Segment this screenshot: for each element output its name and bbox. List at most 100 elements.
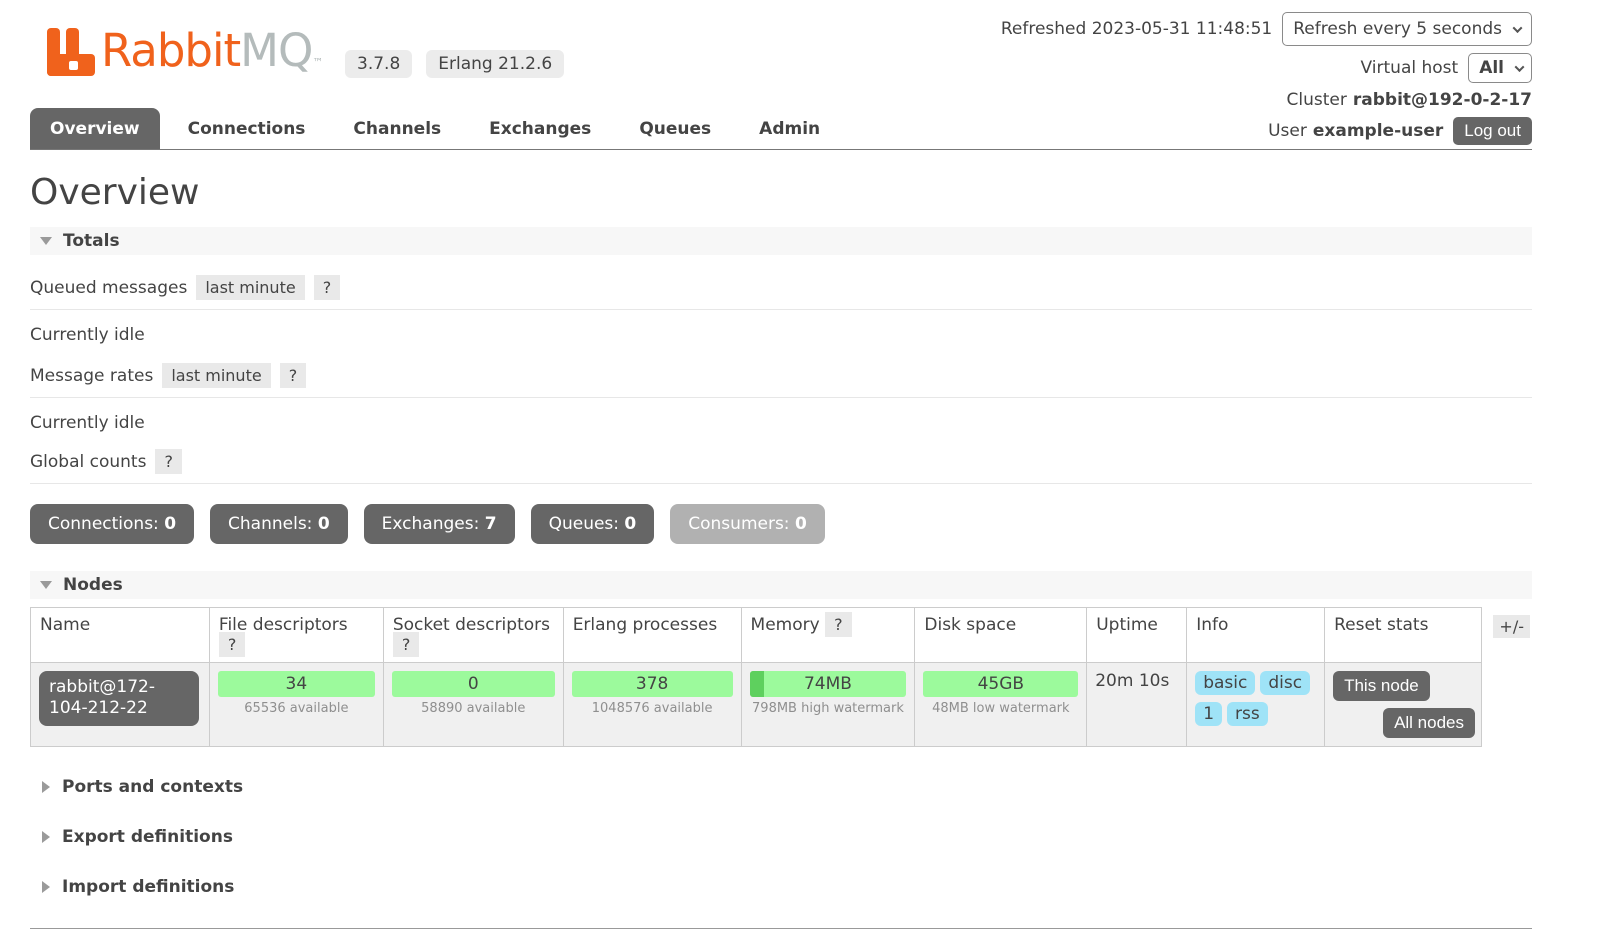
file-descriptors-bar: 34	[218, 671, 375, 697]
reset-all-nodes-button[interactable]: All nodes	[1383, 708, 1475, 738]
rates-window-badge[interactable]: last minute	[162, 363, 270, 388]
col-disk-space: Disk space	[915, 608, 1087, 663]
export-definitions-title: Export definitions	[62, 827, 233, 847]
info-tag-basic: basic	[1195, 671, 1255, 695]
queued-help-icon[interactable]: ?	[314, 275, 341, 300]
node-row: rabbit@172-104-212-22 34 65536 available…	[31, 663, 1482, 747]
exchanges-count-button[interactable]: Exchanges: 7	[364, 504, 515, 544]
info-tag-rss: rss	[1227, 702, 1268, 726]
tab-connections[interactable]: Connections	[168, 108, 326, 149]
message-rates-label: Message rates	[30, 366, 153, 386]
tab-overview[interactable]: Overview	[30, 108, 160, 149]
queued-idle-text: Currently idle	[30, 325, 1532, 345]
memory-help-icon[interactable]: ?	[825, 612, 852, 637]
memory-bar-fill	[750, 671, 764, 697]
expand-triangle-icon	[42, 781, 50, 793]
info-tag-1: 1	[1195, 702, 1222, 726]
chevron-down-icon	[1513, 23, 1523, 33]
erlang-processes-note: 1048576 available	[572, 701, 733, 716]
socket-descriptors-help-icon[interactable]: ?	[393, 632, 420, 657]
socket-descriptors-note: 58890 available	[392, 701, 555, 716]
queued-window-badge[interactable]: last minute	[196, 275, 304, 300]
refresh-interval-value: Refresh every 5 seconds	[1293, 19, 1502, 39]
rates-idle-text: Currently idle	[30, 413, 1532, 433]
col-file-descriptors: File descriptors ?	[209, 608, 383, 663]
queued-messages-label: Queued messages	[30, 278, 187, 298]
header-status-block: Refreshed 2023-05-31 11:48:51 Refresh ev…	[1001, 12, 1532, 145]
reset-stats-cell: This node All nodes	[1325, 663, 1482, 747]
col-socket-descriptors: Socket descriptors ?	[383, 608, 563, 663]
nodes-section-header[interactable]: Nodes	[30, 571, 1532, 599]
connections-count-button[interactable]: Connections: 0	[30, 504, 194, 544]
disk-space-cell: 45GB 48MB low watermark	[915, 663, 1087, 747]
col-info: Info	[1187, 608, 1325, 663]
page-title: Overview	[30, 172, 1532, 213]
tab-channels[interactable]: Channels	[333, 108, 461, 149]
socket-descriptors-cell: 0 58890 available	[383, 663, 563, 747]
file-descriptors-help-icon[interactable]: ?	[219, 632, 246, 657]
import-definitions-section[interactable]: Import definitions	[42, 876, 1532, 897]
tab-exchanges[interactable]: Exchanges	[469, 108, 611, 149]
message-rates-heading: Message rates last minute ?	[30, 347, 1532, 398]
version-badges: 3.7.8 Erlang 21.2.6	[345, 50, 564, 78]
ports-and-contexts-title: Ports and contexts	[62, 777, 243, 797]
nodes-table-header-row: Name File descriptors ? Socket descripto…	[31, 608, 1482, 663]
user-label: User	[1268, 121, 1307, 141]
export-definitions-section[interactable]: Export definitions	[42, 826, 1532, 847]
rates-help-icon[interactable]: ?	[280, 363, 307, 388]
nodes-table: Name File descriptors ? Socket descripto…	[30, 607, 1482, 747]
node-name-cell: rabbit@172-104-212-22	[31, 663, 210, 747]
column-toggle-button[interactable]: +/-	[1493, 615, 1530, 638]
ports-and-contexts-section[interactable]: Ports and contexts	[42, 776, 1532, 797]
rabbitmq-logo[interactable]: RabbitMQ™	[45, 26, 323, 88]
consumers-count-badge: Consumers: 0	[670, 504, 825, 544]
global-counts-help-icon[interactable]: ?	[155, 449, 182, 474]
logout-button[interactable]: Log out	[1453, 117, 1532, 145]
cluster-label: Cluster	[1287, 90, 1347, 110]
brand-mq: MQ	[240, 24, 312, 77]
memory-note: 798MB high watermark	[750, 701, 907, 716]
erlang-processes-cell: 378 1048576 available	[563, 663, 741, 747]
refresh-interval-select[interactable]: Refresh every 5 seconds	[1282, 12, 1532, 46]
page: RabbitMQ™ 3.7.8 Erlang 21.2.6 Refreshed …	[30, 0, 1532, 946]
totals-section-header[interactable]: Totals	[30, 227, 1532, 255]
collapse-triangle-icon	[40, 237, 52, 245]
footer-divider	[30, 928, 1532, 929]
col-name: Name	[31, 608, 210, 663]
expand-triangle-icon	[42, 881, 50, 893]
file-descriptors-cell: 34 65536 available	[209, 663, 383, 747]
col-reset-stats: Reset stats	[1325, 608, 1482, 663]
info-tag-disc: disc	[1260, 671, 1310, 695]
import-definitions-title: Import definitions	[62, 877, 234, 897]
virtual-host-label: Virtual host	[1361, 58, 1459, 78]
queued-messages-heading: Queued messages last minute ?	[30, 255, 1532, 310]
virtual-host-select[interactable]: All	[1468, 53, 1532, 83]
chevron-down-icon	[1515, 62, 1525, 72]
virtual-host-value: All	[1479, 58, 1504, 78]
erlang-version-badge: Erlang 21.2.6	[426, 50, 564, 78]
disk-space-note: 48MB low watermark	[923, 701, 1078, 716]
cluster-name: rabbit@192-0-2-17	[1353, 90, 1532, 110]
global-counts-row: Connections: 0 Channels: 0 Exchanges: 7 …	[30, 504, 1532, 544]
file-descriptors-note: 65536 available	[218, 701, 375, 716]
brand-trademark: ™	[312, 56, 323, 69]
brand-rabbit: Rabbit	[101, 24, 240, 77]
col-memory: Memory ?	[741, 608, 915, 663]
socket-descriptors-bar: 0	[392, 671, 555, 697]
expand-triangle-icon	[42, 831, 50, 843]
brand-name: RabbitMQ™	[101, 26, 323, 88]
uptime-cell: 20m 10s	[1087, 663, 1187, 747]
tab-queues[interactable]: Queues	[619, 108, 731, 149]
tab-admin[interactable]: Admin	[739, 108, 840, 149]
reset-this-node-button[interactable]: This node	[1333, 671, 1430, 701]
collapse-triangle-icon	[40, 581, 52, 589]
user-name: example-user	[1313, 121, 1443, 141]
node-name-badge: rabbit@172-104-212-22	[39, 671, 199, 726]
global-counts-heading: Global counts ?	[30, 435, 1532, 484]
info-cell: basicdisc 1rss	[1187, 663, 1325, 747]
channels-count-button[interactable]: Channels: 0	[210, 504, 348, 544]
disk-space-bar: 45GB	[923, 671, 1078, 697]
queues-count-button[interactable]: Queues: 0	[531, 504, 655, 544]
memory-bar: 74MB	[750, 671, 907, 697]
totals-section-title: Totals	[63, 231, 120, 251]
